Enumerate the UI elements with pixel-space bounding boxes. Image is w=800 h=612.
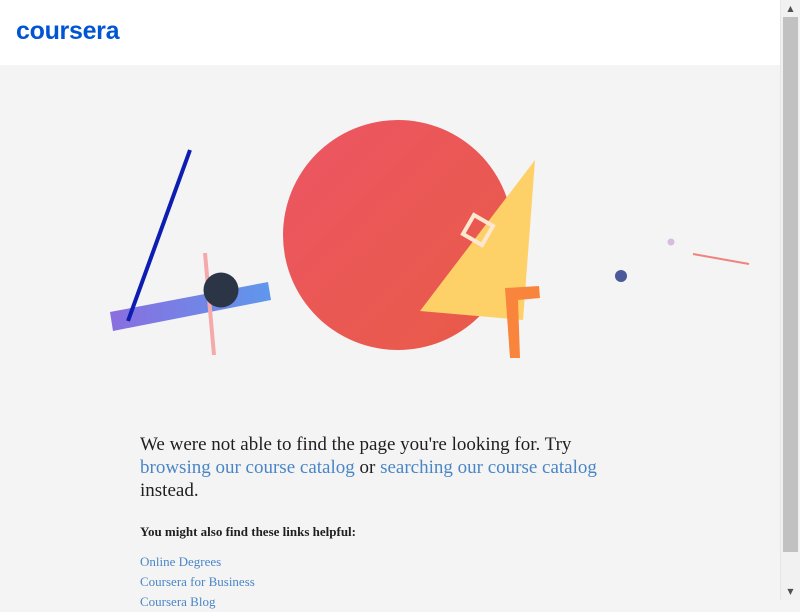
lilac-dot-shape — [667, 238, 675, 246]
error-message: We were not able to find the page you're… — [140, 433, 640, 502]
message-intro: We were not able to find the page you're… — [140, 434, 572, 455]
error-content: We were not able to find the page you're… — [140, 433, 640, 612]
blue-line-shape — [126, 149, 192, 322]
list-item: Coursera Blog — [140, 592, 640, 612]
coral-line-shape — [692, 253, 750, 265]
site-header: coursera — [0, 0, 780, 65]
search-catalog-link[interactable]: searching our course catalog — [380, 457, 597, 478]
coursera-for-business-link[interactable]: Coursera for Business — [140, 574, 255, 589]
triangle-up-icon[interactable]: ▲ — [781, 0, 800, 17]
helpful-links-list: Online Degrees Coursera for Business Cou… — [140, 552, 640, 612]
triangle-down-icon[interactable]: ▼ — [781, 583, 800, 600]
coursera-logo[interactable]: coursera — [16, 14, 120, 48]
vertical-scrollbar[interactable]: ▲ ▼ — [780, 0, 800, 600]
orange-corner-shape — [505, 286, 540, 358]
404-illustration — [110, 120, 750, 358]
online-degrees-link[interactable]: Online Degrees — [140, 554, 221, 569]
dark-circle-shape — [203, 272, 239, 308]
browse-catalog-link[interactable]: browsing our course catalog — [140, 457, 355, 478]
list-item: Coursera for Business — [140, 572, 640, 592]
message-or: or — [359, 457, 376, 478]
message-outro: instead. — [140, 480, 199, 501]
scrollbar-thumb[interactable] — [783, 17, 798, 552]
navy-dot-shape — [615, 270, 627, 282]
helpful-links-heading: You might also find these links helpful: — [140, 524, 356, 539]
list-item: Online Degrees — [140, 552, 640, 572]
coursera-blog-link[interactable]: Coursera Blog — [140, 594, 215, 609]
